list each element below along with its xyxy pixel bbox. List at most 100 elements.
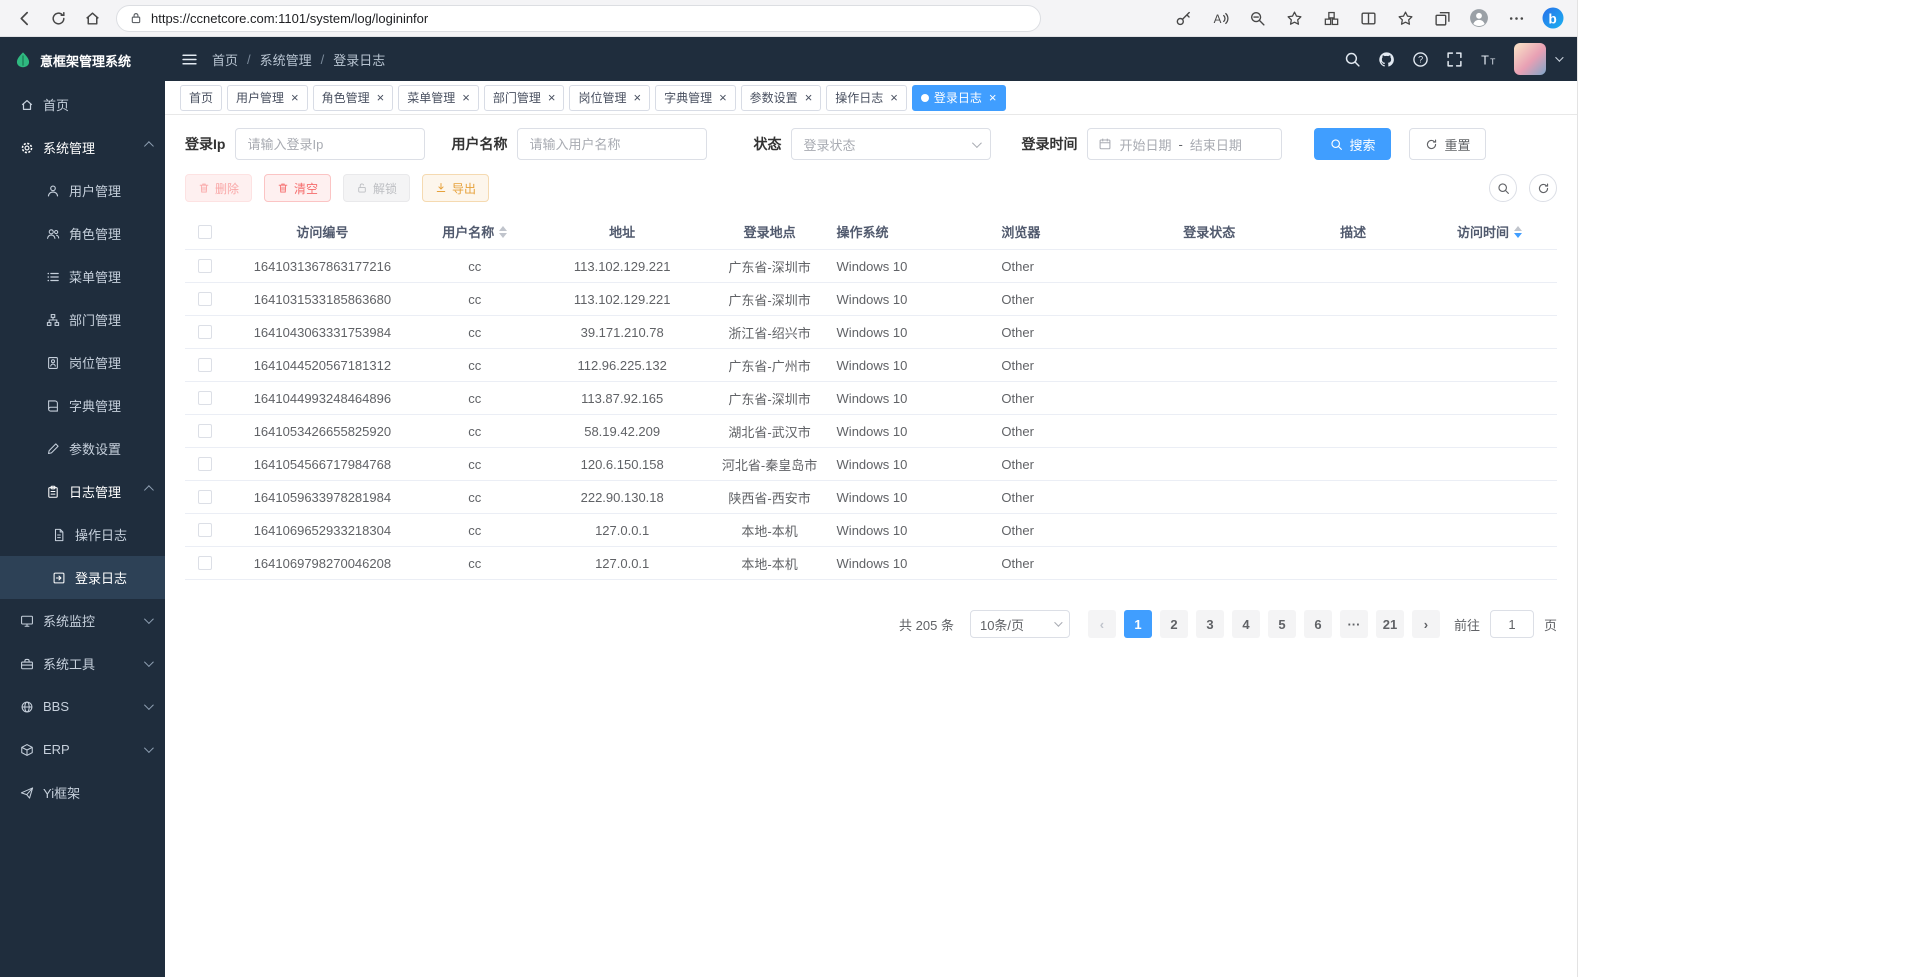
home-icon[interactable] (78, 4, 106, 32)
next-page-button[interactable]: › (1412, 610, 1440, 638)
row-checkbox[interactable] (198, 358, 212, 372)
sidebar-item[interactable]: 部门管理 (0, 298, 165, 341)
delete-button[interactable]: 删除 (185, 174, 252, 202)
select-all-checkbox[interactable] (198, 225, 212, 239)
sidebar-item[interactable]: 系统监控 (0, 599, 165, 642)
fullscreen-icon[interactable] (1446, 51, 1463, 68)
row-checkbox[interactable] (198, 424, 212, 438)
page-button[interactable]: 4 (1232, 610, 1260, 638)
search-toggle-button[interactable] (1489, 174, 1517, 202)
row-checkbox[interactable] (198, 391, 212, 405)
sidebar-item[interactable]: 登录日志 (0, 556, 165, 599)
tab[interactable]: 登录日志 × (912, 85, 1006, 111)
zoom-out-icon[interactable] (1243, 4, 1271, 32)
status-select[interactable]: 登录状态 (791, 128, 991, 160)
tab[interactable]: 岗位管理 × (569, 85, 650, 111)
close-icon[interactable]: × (377, 91, 385, 104)
table-row[interactable]: 1641059633978281984 cc 222.90.130.18 陕西省… (185, 481, 1557, 514)
close-icon[interactable]: × (719, 91, 727, 104)
login-ip-input[interactable] (235, 128, 425, 160)
sidebar-item[interactable]: 菜单管理 (0, 255, 165, 298)
sidebar-item[interactable]: 操作日志 (0, 513, 165, 556)
collections-icon[interactable] (1428, 4, 1456, 32)
page-size-select[interactable]: 10条/页 (970, 610, 1070, 638)
close-icon[interactable]: × (548, 91, 556, 104)
more-icon[interactable] (1502, 4, 1530, 32)
close-icon[interactable]: × (989, 91, 997, 104)
tab[interactable]: 角色管理 × (313, 85, 394, 111)
read-aloud-icon[interactable]: A (1206, 4, 1234, 32)
sidebar-item[interactable]: 参数设置 (0, 427, 165, 470)
key-icon[interactable] (1169, 4, 1197, 32)
breadcrumb-item[interactable]: 首页 / (212, 50, 251, 69)
page-button[interactable]: 6 (1304, 610, 1332, 638)
sidebar-item[interactable]: Yi框架 (0, 771, 165, 814)
close-icon[interactable]: × (291, 91, 299, 104)
tab[interactable]: 菜单管理 × (398, 85, 479, 111)
sort-icon[interactable] (1514, 226, 1522, 238)
column-header-time[interactable]: 访问时间 (1422, 222, 1557, 241)
page-button[interactable]: 21 (1376, 610, 1404, 638)
row-checkbox[interactable] (198, 457, 212, 471)
extensions-icon[interactable] (1317, 4, 1345, 32)
export-button[interactable]: 导出 (422, 174, 489, 202)
table-row[interactable]: 1641044993248464896 cc 113.87.92.165 广东省… (185, 382, 1557, 415)
close-icon[interactable]: × (462, 91, 470, 104)
close-icon[interactable]: × (633, 91, 641, 104)
sidebar-item[interactable]: 字典管理 (0, 384, 165, 427)
tab[interactable]: 参数设置 × (741, 85, 822, 111)
goto-page-input[interactable] (1490, 610, 1534, 638)
table-row[interactable]: 1641069798270046208 cc 127.0.0.1 本地-本机 W… (185, 547, 1557, 580)
row-checkbox[interactable] (198, 292, 212, 306)
favorites-icon[interactable] (1391, 4, 1419, 32)
row-checkbox[interactable] (198, 490, 212, 504)
back-icon[interactable] (10, 4, 38, 32)
table-row[interactable]: 1641031533185863680 cc 113.102.129.221 广… (185, 283, 1557, 316)
tab[interactable]: 首页 (180, 85, 222, 111)
table-row[interactable]: 1641043063331753984 cc 39.171.210.78 浙江省… (185, 316, 1557, 349)
close-icon[interactable]: × (890, 91, 898, 104)
favorites-add-icon[interactable] (1280, 4, 1308, 32)
prev-page-button[interactable]: ‹ (1088, 610, 1116, 638)
unlock-button[interactable]: 解锁 (343, 174, 410, 202)
search-icon[interactable] (1344, 51, 1361, 68)
row-checkbox[interactable] (198, 325, 212, 339)
split-screen-icon[interactable] (1354, 4, 1382, 32)
login-time-range[interactable]: 开始日期 - 结束日期 (1087, 128, 1282, 160)
row-checkbox[interactable] (198, 556, 212, 570)
table-row[interactable]: 1641054566717984768 cc 120.6.150.158 河北省… (185, 448, 1557, 481)
row-checkbox[interactable] (198, 523, 212, 537)
sidebar-item[interactable]: 岗位管理 (0, 341, 165, 384)
page-button[interactable]: 3 (1196, 610, 1224, 638)
reset-button[interactable]: 重置 (1409, 128, 1486, 160)
table-row[interactable]: 1641031367863177216 cc 113.102.129.221 广… (185, 250, 1557, 283)
sidebar-item[interactable]: 系统工具 (0, 642, 165, 685)
sidebar-item[interactable]: 首页 (0, 83, 165, 126)
close-icon[interactable]: × (805, 91, 813, 104)
page-button[interactable]: 1 (1124, 610, 1152, 638)
avatar[interactable] (1514, 43, 1546, 75)
help-icon[interactable]: ? (1412, 51, 1429, 68)
url-bar[interactable]: https://ccnetcore.com:1101/system/log/lo… (116, 5, 1041, 32)
table-row[interactable]: 1641069652933218304 cc 127.0.0.1 本地-本机 W… (185, 514, 1557, 547)
app-logo[interactable]: 意框架管理系统 (0, 37, 165, 83)
sidebar-item[interactable]: ERP (0, 728, 165, 771)
tab[interactable]: 字典管理 × (655, 85, 736, 111)
tab[interactable]: 用户管理 × (227, 85, 308, 111)
column-header-user[interactable]: 用户名称 (420, 222, 530, 241)
page-button[interactable]: 2 (1160, 610, 1188, 638)
profile-icon[interactable] (1465, 4, 1493, 32)
sidebar-item[interactable]: 用户管理 (0, 169, 165, 212)
font-size-icon[interactable]: TT (1480, 51, 1497, 68)
breadcrumb-item[interactable]: 登录日志 / (333, 50, 385, 69)
github-icon[interactable] (1378, 51, 1395, 68)
tab[interactable]: 部门管理 × (484, 85, 565, 111)
page-button[interactable]: ··· (1340, 610, 1368, 638)
page-button[interactable]: 5 (1268, 610, 1296, 638)
sidebar-item[interactable]: 日志管理 (0, 470, 165, 513)
table-row[interactable]: 1641044520567181312 cc 112.96.225.132 广东… (185, 349, 1557, 382)
table-row[interactable]: 1641053426655825920 cc 58.19.42.209 湖北省-… (185, 415, 1557, 448)
tab[interactable]: 操作日志 × (826, 85, 907, 111)
sidebar-item[interactable]: 系统管理 (0, 126, 165, 169)
reload-icon[interactable] (44, 4, 72, 32)
